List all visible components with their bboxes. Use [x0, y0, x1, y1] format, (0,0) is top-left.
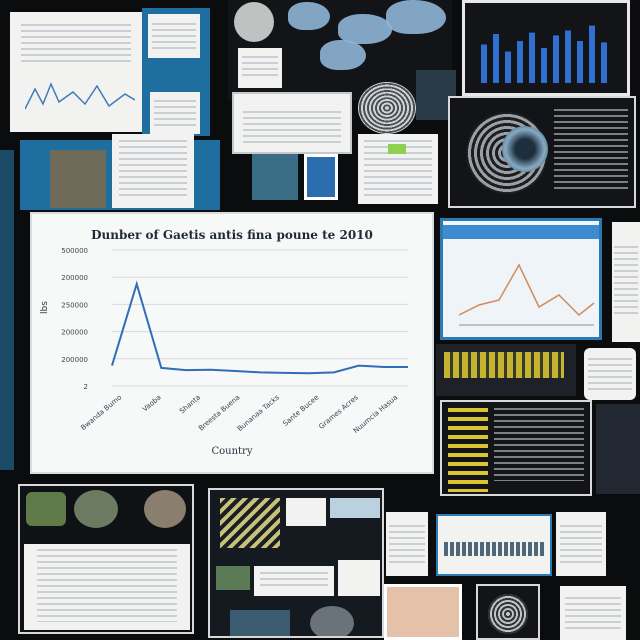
bottom-right-doc-tile: [556, 512, 606, 576]
decorative-bar: [481, 44, 487, 83]
top-left-line-chart-panel: [10, 12, 142, 132]
left-photo-tile: [50, 150, 106, 208]
x-tick-label: Bwanda Bumo: [79, 393, 123, 432]
x-tick-label: Sante Bucee: [281, 393, 320, 428]
decorative-bar: [589, 25, 595, 84]
yellow-banner-panel: [436, 344, 576, 396]
x-tick-label: Shanta: [178, 393, 202, 415]
y-tick-label: 200000: [61, 274, 88, 282]
bottom-doc-tile: [386, 512, 428, 576]
decorative-bar: [493, 34, 499, 83]
decorative-bar: [565, 30, 571, 83]
left-edge-strip: [0, 150, 14, 470]
bottom-left-blue-panel: [18, 484, 194, 634]
decorative-bar: [505, 51, 511, 83]
top-right-bar-chart: [481, 25, 607, 84]
chart-plot-area: 500000 200000 250000 200000 200000 2 Bwanda B…: [61, 247, 408, 435]
chart-x-axis-label: Country: [211, 446, 253, 457]
eye-image-panel: [448, 96, 636, 208]
top-right-bar-chart-panel: [462, 0, 630, 96]
chart-series-line: [111, 280, 408, 375]
y-tick-label: 250000: [61, 301, 88, 309]
decorative-bar: [529, 32, 535, 83]
y-tick-label: 200000: [61, 329, 88, 337]
y-tick-label: 2: [84, 383, 88, 391]
middle-photo-tile: [252, 154, 298, 200]
bottom-cable-tile: [476, 584, 540, 640]
decorative-bar: [517, 41, 523, 83]
middle-green-doc-tile: [358, 134, 438, 204]
bottom-orange-tile: [384, 584, 462, 640]
y-tick-label: 200000: [61, 356, 88, 364]
right-mini-chart: [458, 263, 595, 326]
decorative-bar: [577, 41, 583, 83]
decorative-bar: [553, 35, 559, 83]
right-line-chart-panel: [440, 218, 602, 340]
top-middle-table-panel: [232, 92, 352, 154]
decorative-bar: [601, 42, 607, 83]
x-tick-label: Bunanaa Tacks: [236, 393, 281, 433]
cable-coil-image: [358, 82, 416, 134]
right-edge-dark-tile: [596, 404, 640, 494]
x-tick-label: Grames Acres: [317, 393, 360, 431]
bottom-center-label-tile: [436, 514, 552, 576]
right-edge-doc: [612, 222, 640, 342]
left-document-tile: [112, 134, 194, 208]
right-small-doc: [584, 348, 636, 400]
main-line-chart: Dunber of Gaetis antis fina poune te 201…: [30, 212, 434, 474]
middle-icon-tile: [304, 154, 338, 200]
bottom-right-sheet: [560, 586, 626, 640]
top-left-mini-chart: [25, 82, 135, 110]
decorative-bar: [541, 48, 547, 83]
top-left-blue-panel: [142, 8, 210, 136]
y-tick-label: 500000: [61, 247, 88, 255]
x-tick-label: Vaoba: [141, 393, 163, 413]
bottom-middle-panel: [208, 488, 384, 638]
right-dark-table-panel: [440, 400, 592, 496]
